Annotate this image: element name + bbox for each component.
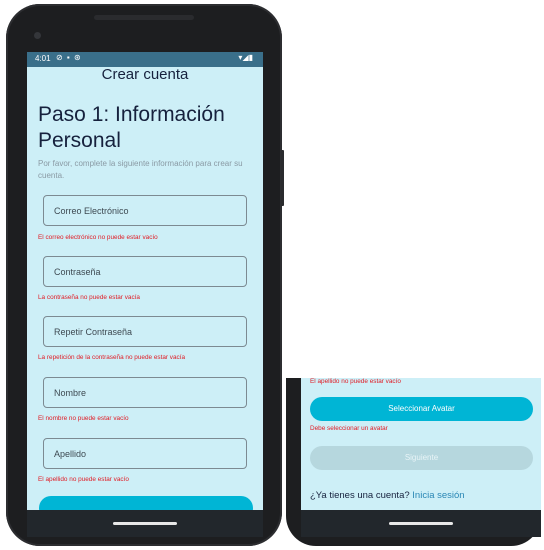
next-button[interactable]: Siguiente bbox=[310, 446, 533, 470]
camera-icon bbox=[34, 32, 41, 39]
status-bar: 4:01 ⊘ ▪ ⊛ ▾◢▮ bbox=[27, 52, 263, 67]
password-field[interactable]: Contraseña bbox=[43, 256, 247, 287]
power-button bbox=[281, 150, 284, 206]
notification-icons: ⊘ ▪ ⊛ bbox=[56, 53, 82, 62]
sign-up-screen-scrolled: El apellido no puede estar vacío Selecci… bbox=[301, 378, 541, 510]
password-error: La contraseña no puede estar vacía bbox=[38, 294, 140, 301]
email-field-placeholder: Correo Electrónico bbox=[54, 206, 129, 216]
first-name-error: El nombre no puede estar vacío bbox=[38, 415, 129, 422]
email-error: El correo electrónico no puede estar vac… bbox=[38, 234, 158, 241]
select-avatar-button[interactable]: Seleccionar Avatar bbox=[310, 397, 533, 421]
first-name-field-placeholder: Nombre bbox=[54, 388, 87, 398]
email-field[interactable]: Correo Electrónico bbox=[43, 195, 247, 226]
repeat-password-field[interactable]: Repetir Contraseña bbox=[43, 316, 247, 347]
login-prompt-text: ¿Ya tienes una cuenta? bbox=[310, 490, 410, 501]
navigation-bar bbox=[27, 510, 263, 537]
speaker-grille bbox=[94, 15, 194, 20]
sign-up-screen: 4:01 ⊘ ▪ ⊛ ▾◢▮ Crear cuenta Paso 1: Info… bbox=[27, 52, 263, 510]
select-avatar-button-partial[interactable] bbox=[39, 496, 253, 510]
last-name-error: El apellido no puede estar vacío bbox=[38, 476, 129, 483]
app-bar-title: Crear cuenta bbox=[101, 66, 189, 83]
last-name-field-placeholder: Apellido bbox=[54, 449, 87, 459]
home-indicator-scrolled[interactable] bbox=[389, 522, 453, 525]
avatar-error: Debe seleccionar un avatar bbox=[310, 425, 388, 432]
page-title: Paso 1: Información Personal bbox=[38, 103, 225, 152]
last-name-field[interactable]: Apellido bbox=[43, 438, 247, 469]
last-name-error-scrolled: El apellido no puede estar vacío bbox=[310, 378, 401, 385]
password-field-placeholder: Contraseña bbox=[54, 267, 101, 277]
login-prompt: ¿Ya tienes una cuenta? Inicia sesión bbox=[310, 490, 465, 501]
page-subtitle: Por favor, complete la siguiente informa… bbox=[38, 159, 243, 180]
signal-battery-icon: ▾◢▮ bbox=[238, 53, 253, 62]
repeat-password-field-placeholder: Repetir Contraseña bbox=[54, 327, 133, 337]
status-time: 4:01 bbox=[35, 54, 51, 63]
navigation-bar-scrolled bbox=[301, 510, 541, 537]
login-link[interactable]: Inicia sesión bbox=[412, 490, 464, 501]
first-name-field[interactable]: Nombre bbox=[43, 377, 247, 408]
repeat-password-error: La repetición de la contraseña no puede … bbox=[38, 354, 186, 361]
home-indicator[interactable] bbox=[113, 522, 177, 525]
